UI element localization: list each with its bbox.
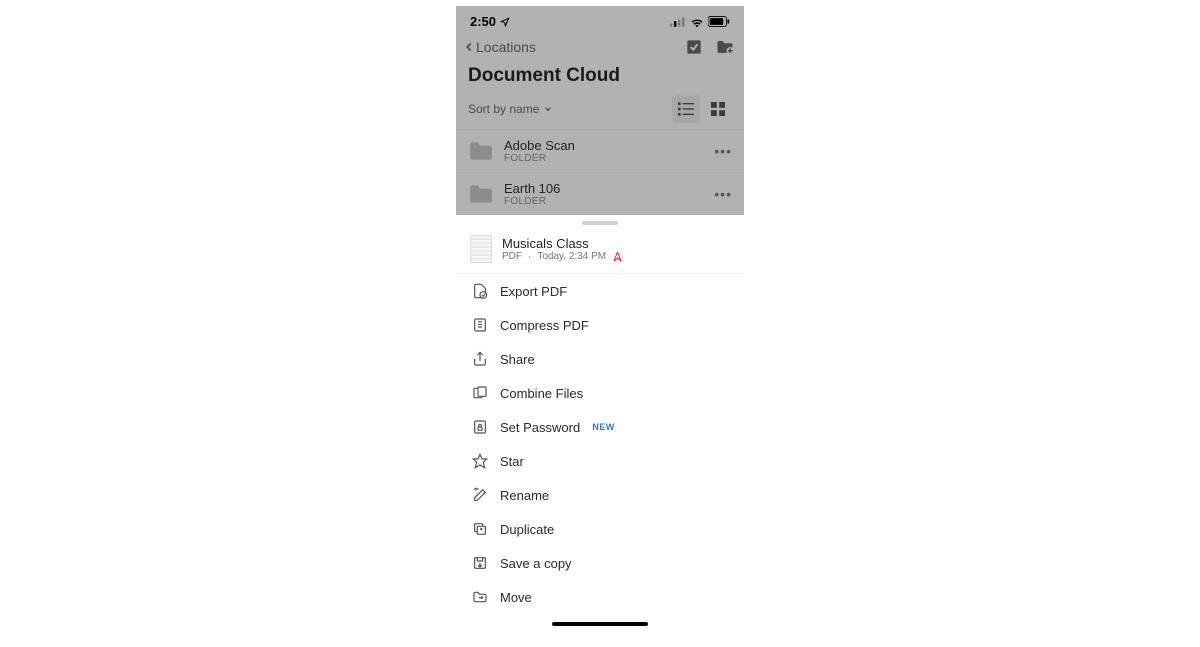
wifi-icon [690, 17, 704, 27]
action-star[interactable]: Star [456, 444, 744, 478]
grid-view-button[interactable] [704, 95, 732, 123]
folder-icon [468, 183, 494, 205]
duplicate-icon [472, 521, 488, 537]
list-view-button[interactable] [672, 95, 700, 123]
lock-icon [472, 419, 488, 435]
back-label: Locations [476, 39, 536, 55]
sheet-file-name: Musicals Class [502, 236, 623, 251]
share-icon [472, 351, 488, 367]
drag-handle[interactable] [582, 221, 618, 225]
action-sheet: Musicals Class PDF · Today, 2:34 PM Expo… [456, 215, 744, 626]
acrobat-icon [612, 251, 623, 262]
action-label: Export PDF [500, 284, 567, 299]
grid-icon [711, 102, 725, 116]
folder-more-button[interactable]: ••• [714, 143, 732, 159]
action-set-password[interactable]: Set Password NEW [456, 410, 744, 444]
action-label: Rename [500, 488, 549, 503]
action-label: Move [500, 590, 532, 605]
status-time: 2:50 [470, 14, 496, 29]
action-label: Star [500, 454, 524, 469]
action-rename[interactable]: Rename [456, 478, 744, 512]
home-indicator[interactable] [552, 622, 648, 626]
back-button[interactable]: Locations [462, 39, 536, 55]
action-label: Combine Files [500, 386, 583, 401]
status-bar: 2:50 [456, 10, 744, 35]
save-copy-icon [472, 555, 488, 571]
nav-bar: Locations [456, 35, 744, 63]
move-icon [472, 589, 488, 605]
status-time-group: 2:50 [470, 14, 510, 29]
star-icon [472, 453, 488, 469]
list-icon [678, 102, 694, 116]
folder-text: Earth 106 FOLDER [504, 181, 704, 207]
folder-text: Adobe Scan FOLDER [504, 138, 704, 164]
action-label: Share [500, 352, 535, 367]
action-share[interactable]: Share [456, 342, 744, 376]
folder-icon [468, 140, 494, 162]
title-row: Document Cloud [456, 63, 744, 95]
folder-name: Adobe Scan [504, 138, 704, 153]
folder-name: Earth 106 [504, 181, 704, 196]
folder-row[interactable]: Earth 106 FOLDER ••• [456, 172, 744, 215]
folder-sub: FOLDER [504, 153, 704, 164]
sort-label: Sort by name [468, 102, 539, 116]
file-type: PDF [502, 251, 522, 262]
file-thumbnail [470, 235, 492, 263]
cellular-icon [670, 17, 686, 27]
new-badge: NEW [592, 422, 615, 432]
sort-row: Sort by name [456, 95, 744, 129]
combine-icon [472, 385, 488, 401]
chevron-left-icon [462, 39, 476, 55]
export-pdf-icon [472, 283, 488, 299]
sort-button[interactable]: Sort by name [468, 102, 553, 116]
folder-more-button[interactable]: ••• [714, 186, 732, 202]
location-arrow-icon [500, 17, 510, 27]
battery-icon [708, 16, 730, 27]
dimmed-background: 2:50 Locations Document Cloud [456, 6, 744, 215]
page-title: Document Cloud [468, 65, 732, 87]
file-time: Today, 2:34 PM [537, 251, 606, 262]
action-label: Save a copy [500, 556, 572, 571]
status-indicators [670, 16, 730, 27]
folder-sub: FOLDER [504, 196, 704, 207]
action-save-copy[interactable]: Save a copy [456, 546, 744, 580]
action-label: Duplicate [500, 522, 554, 537]
action-label: Set Password [500, 420, 580, 435]
action-move[interactable]: Move [456, 580, 744, 614]
folder-add-icon[interactable] [716, 39, 734, 55]
compress-icon [472, 317, 488, 333]
action-combine-files[interactable]: Combine Files [456, 376, 744, 410]
action-export-pdf[interactable]: Export PDF [456, 274, 744, 308]
rename-icon [472, 487, 488, 503]
phone-frame: 2:50 Locations Document Cloud [456, 6, 744, 647]
action-label: Compress PDF [500, 318, 589, 333]
folder-row[interactable]: Adobe Scan FOLDER ••• [456, 129, 744, 172]
checkbox-icon[interactable] [686, 39, 702, 55]
action-compress-pdf[interactable]: Compress PDF [456, 308, 744, 342]
action-duplicate[interactable]: Duplicate [456, 512, 744, 546]
chevron-down-icon [543, 104, 553, 114]
sheet-header: Musicals Class PDF · Today, 2:34 PM [456, 231, 744, 274]
sheet-file-meta: PDF · Today, 2:34 PM [502, 251, 623, 262]
